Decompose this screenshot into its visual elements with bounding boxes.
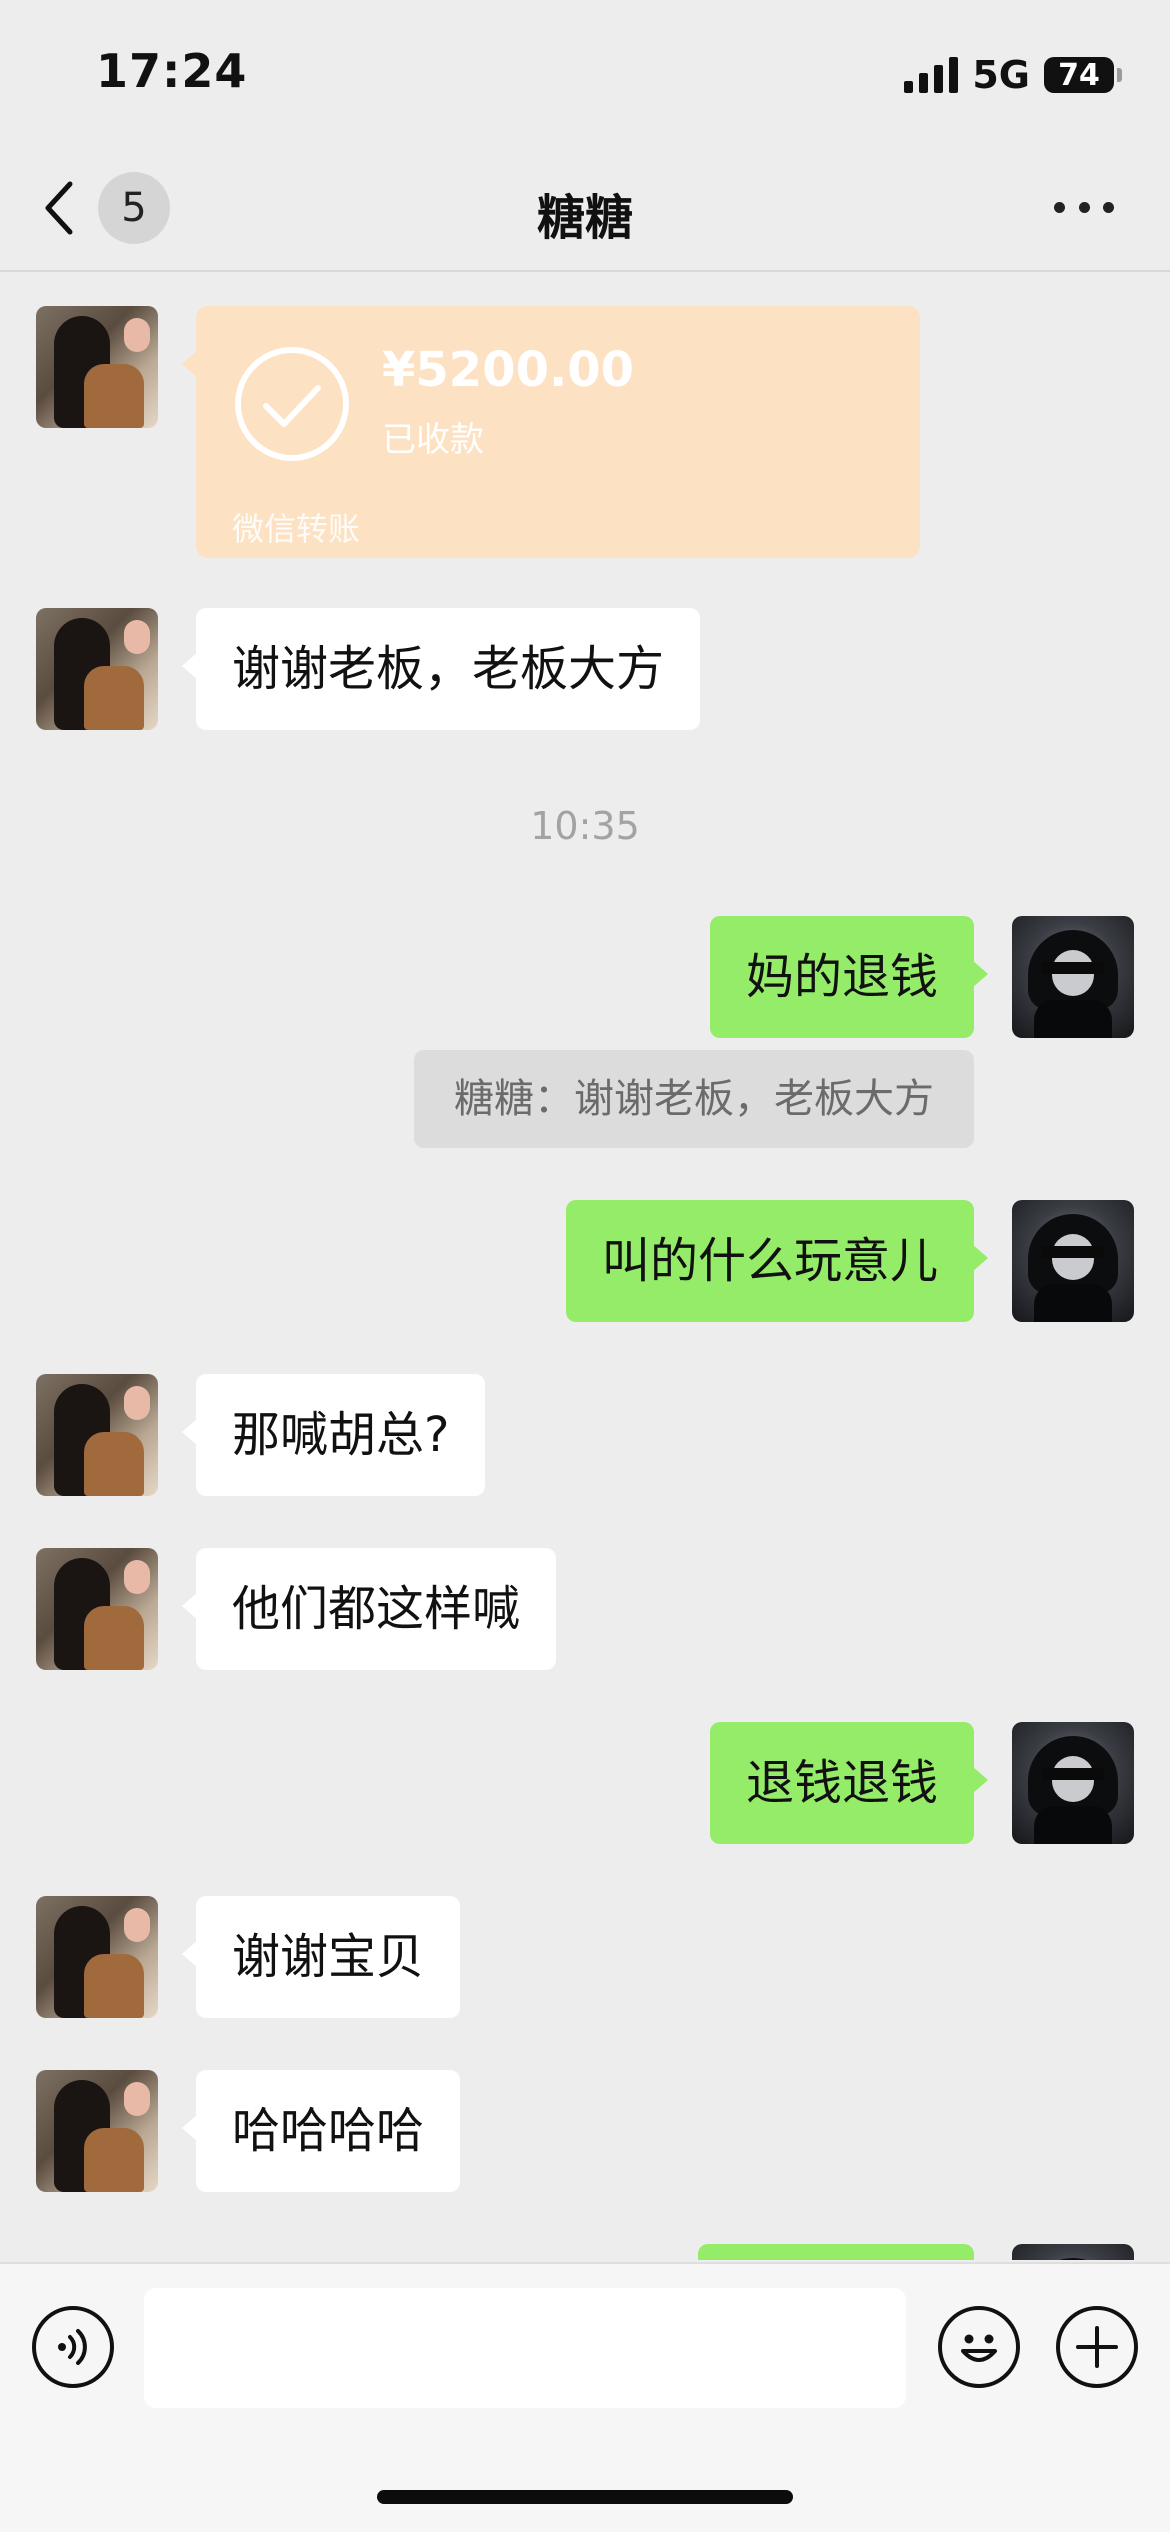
transfer-status: 已收款	[382, 420, 484, 460]
input-bar	[0, 2262, 1170, 2532]
my-avatar[interactable]	[1012, 1200, 1134, 1322]
contact-avatar[interactable]	[36, 608, 158, 730]
emoji-icon	[961, 2334, 997, 2362]
contact-avatar[interactable]	[36, 1374, 158, 1496]
transfer-footer-label: 微信转账	[232, 510, 361, 548]
chat-area[interactable]: ¥5200.00 已收款 微信转账 谢谢老板，老板大方 10:35 妈的退钱 糖…	[0, 274, 1170, 2260]
contact-avatar[interactable]	[36, 1548, 158, 1670]
outgoing-message-bubble[interactable]: 退钱退钱	[709, 1722, 989, 1844]
more-icon[interactable]	[1054, 192, 1114, 222]
home-indicator	[377, 2490, 793, 2504]
outgoing-message-bubble[interactable]	[698, 2244, 974, 2260]
message-input[interactable]	[144, 2288, 906, 2408]
transfer-amount: ¥5200.00	[382, 342, 635, 398]
my-avatar[interactable]	[1012, 1722, 1134, 1844]
check-circle-icon	[235, 347, 349, 461]
outgoing-message-bubble[interactable]: 叫的什么玩意儿	[565, 1200, 989, 1322]
battery-icon: 74	[1044, 57, 1122, 93]
contact-avatar[interactable]	[36, 306, 158, 428]
outgoing-message-bubble[interactable]: 妈的退钱	[709, 916, 989, 1038]
emoji-button[interactable]	[938, 2306, 1020, 2388]
contact-avatar[interactable]	[36, 2070, 158, 2192]
incoming-message-bubble[interactable]: 谢谢老板，老板大方	[181, 608, 701, 730]
top-bar: 17:24 5G 74 5 糖糖	[0, 0, 1170, 272]
plus-button[interactable]	[1056, 2306, 1138, 2388]
status-time: 17:24	[96, 44, 248, 98]
contact-avatar[interactable]	[36, 1896, 158, 2018]
quoted-message[interactable]: 糖糖：谢谢老板，老板大方	[414, 1050, 974, 1148]
transfer-card[interactable]: ¥5200.00 已收款 微信转账	[182, 306, 920, 558]
voice-icon	[58, 2329, 87, 2365]
my-avatar[interactable]	[1012, 2244, 1134, 2260]
voice-button[interactable]	[32, 2306, 114, 2388]
incoming-message-bubble[interactable]: 哈哈哈哈	[181, 2070, 461, 2192]
plus-icon	[1076, 2326, 1118, 2368]
incoming-message-bubble[interactable]: 他们都这样喊	[181, 1548, 557, 1670]
incoming-message-bubble[interactable]: 那喊胡总?	[181, 1374, 486, 1496]
chat-title: 糖糖	[536, 190, 633, 246]
incoming-message-bubble[interactable]: 谢谢宝贝	[181, 1896, 461, 2018]
status-indicators: 5G 74	[904, 50, 1122, 100]
message-timestamp: 10:35	[530, 804, 640, 848]
signal-icon	[904, 57, 959, 93]
network-label: 5G	[972, 53, 1030, 97]
my-avatar[interactable]	[1012, 916, 1134, 1038]
